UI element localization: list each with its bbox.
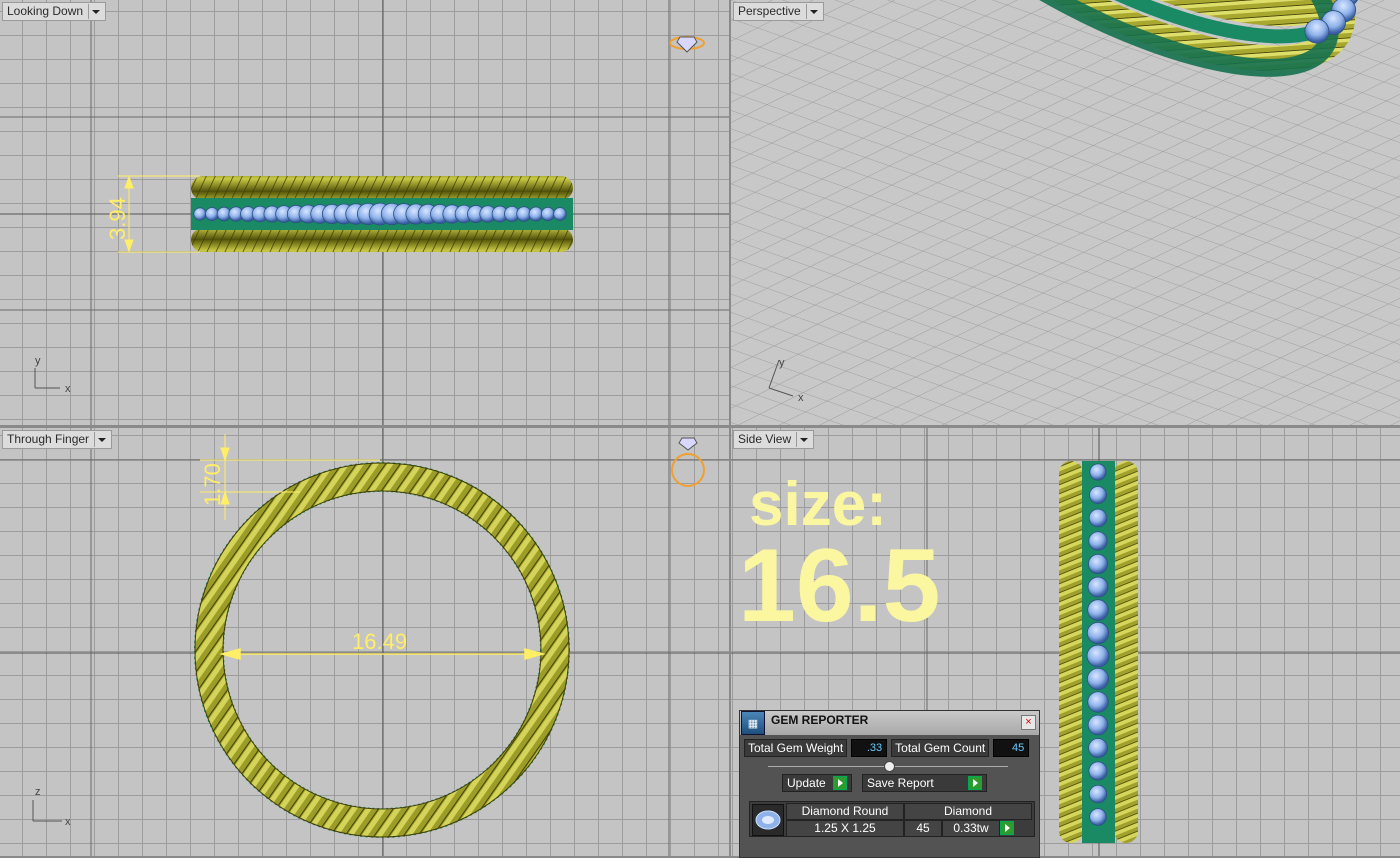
gem-list-row[interactable]: Diamond Round Diamond 1.25 X 1.25 45 0.3… [749,801,1035,837]
axis-label-z: z [35,786,41,798]
ring-band-top-view [191,176,573,252]
viewport-through-finger[interactable]: Through Finger 1.70 16.49 z x [0,428,729,856]
gem-stone [1086,621,1110,645]
gem-stone [1087,691,1109,713]
total-gem-count-value: 45 [993,739,1030,757]
through-finger-scene: 1.70 16.49 z x [0,428,729,856]
round-diamond-icon [752,804,784,836]
gem-stone [1089,808,1107,826]
gem-shape: Diamond Round [786,803,904,820]
gem-stone [1088,761,1108,781]
ring-band-side-view [1059,461,1138,843]
gem-reporter-slider[interactable] [768,761,1008,772]
gem-stone [1089,463,1107,481]
viewport-label-through-finger[interactable]: Through Finger [2,430,113,449]
viewport-label-side-view[interactable]: Side View [733,430,815,449]
axis-label-x: x [65,383,71,395]
gem-reporter-logo-icon: ▦ [741,711,765,735]
slider-handle[interactable] [884,761,895,772]
total-gem-count-label: Total Gem Count [891,739,990,757]
axis-indicator [34,368,60,389]
viewport-dropdown-icon[interactable] [796,432,809,447]
viewport-dropdown-icon[interactable] [805,4,819,19]
gem-reporter-titlebar[interactable]: ▦ GEM REPORTER × [740,711,1039,735]
axis-label-x: x [798,392,804,404]
play-icon [968,776,982,790]
viewport-perspective[interactable]: Perspective y x [731,0,1400,425]
diamond-view-icon [669,36,705,53]
gem-stone [1086,644,1110,668]
gem-stone [528,206,544,222]
gem-stone [205,207,219,221]
gem-stone [1088,738,1108,758]
gem-reporter-panel[interactable]: ▦ GEM REPORTER × Total Gem Weight .33 To… [739,710,1040,858]
gem-stone [1088,508,1108,528]
dimension-label-1.70: 1.70 [200,463,225,506]
gem-stone [1087,668,1109,690]
gem-stone [540,206,556,222]
gem-type: Diamond [904,803,1032,820]
close-icon[interactable]: × [1021,715,1036,730]
gem-reporter-title: GEM REPORTER [771,713,869,727]
viewport-label-perspective[interactable]: Perspective [733,2,824,21]
gem-stone [1087,714,1109,736]
dimension-label-3.94: 3.94 [105,197,130,240]
play-icon [833,776,847,790]
save-report-button[interactable]: Save Report [862,774,987,792]
viewport-dropdown-icon[interactable] [88,4,101,19]
axis-label-y: y [35,355,41,367]
perspective-scene: y x [731,0,1400,425]
gem-stone [1088,554,1108,574]
gem-stone [1087,599,1109,621]
gem-size: 1.25 X 1.25 [786,820,904,837]
gem-stone [1088,531,1108,551]
gem-stone [1089,486,1107,504]
looking-down-scene: 3.94 y x [0,0,729,425]
size-value: 16.5 [738,528,941,644]
gem-stone [1087,576,1109,598]
total-gem-weight-label: Total Gem Weight [744,739,848,757]
gem-weight: 0.33tw [942,820,1000,837]
ring-view-icon [671,437,705,487]
play-icon[interactable] [1000,821,1014,835]
total-gem-weight-value: .33 [851,739,888,757]
viewport-dropdown-icon[interactable] [94,432,107,447]
viewport-label-looking-down[interactable]: Looking Down [2,2,107,21]
gem-count: 45 [904,820,942,837]
axis-label-y: y [779,357,785,369]
viewport-looking-down[interactable]: Looking Down 3.94 y x [0,0,729,425]
size-label: size: [749,470,887,539]
gem-stone [1088,784,1108,804]
update-button[interactable]: Update [782,774,852,792]
dimension-label-16.49: 16.49 [352,629,407,654]
gem-stone [553,207,567,221]
gem-stone [193,207,207,221]
axis-label-x: x [65,816,71,828]
